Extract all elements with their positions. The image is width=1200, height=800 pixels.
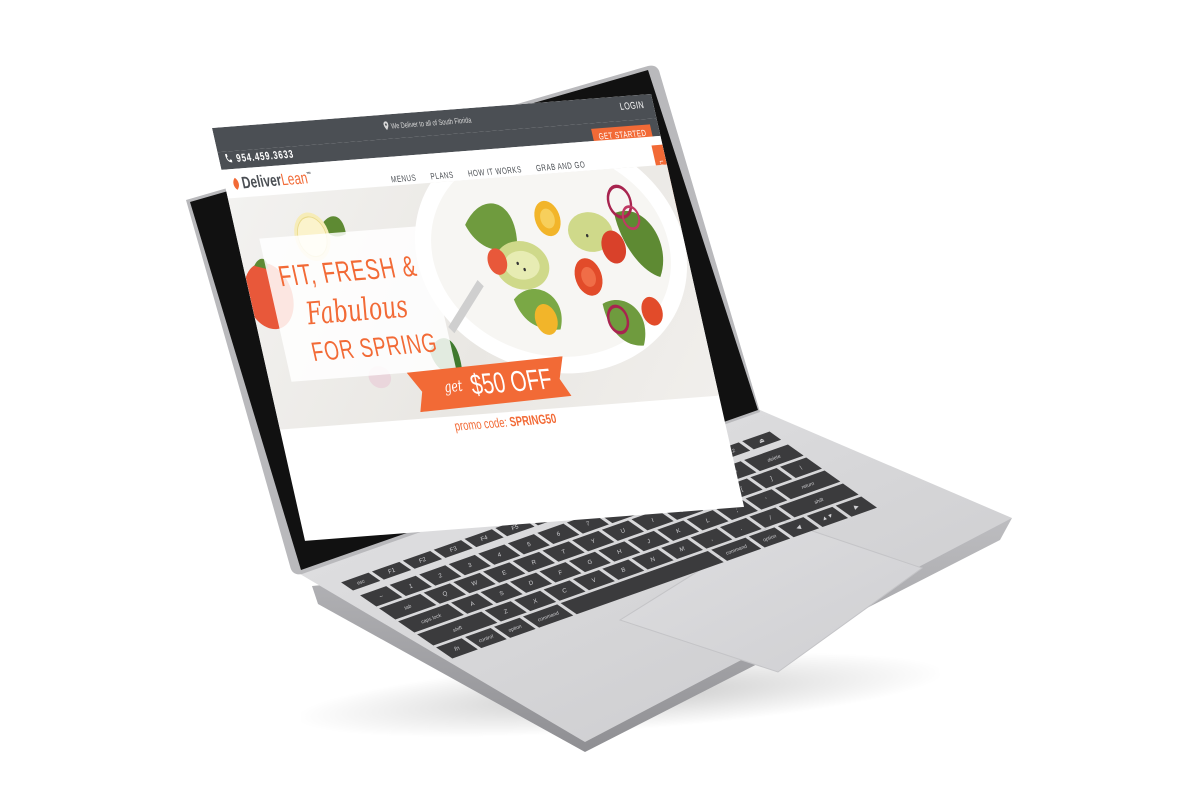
phone-number-text: 954.459.3633 [235,148,296,166]
delivery-note-text: We Deliver to all of South Florida [390,116,473,131]
login-link[interactable]: LOGIN [619,99,645,112]
delivery-note: We Deliver to all of South Florida [383,115,472,132]
leaf-icon [233,177,239,190]
location-pin-icon [383,121,389,131]
nav-item-plans[interactable]: PLANS [430,170,455,182]
logo-deliver: Deliver [239,170,284,193]
screen: We Deliver to all of South Florida LOGIN… [212,94,745,541]
phone-number[interactable]: 954.459.3633 [224,149,295,166]
logo-tm: ™ [306,171,313,179]
phone-icon [225,153,233,163]
promo-amount: $50 OFF [467,361,555,402]
laptop-mockup-scene: escF1F2F3F4F5F6F7F8F9F10F11F12⏏~12345678… [0,0,1200,800]
promo-code-value: SPRING50 [507,410,558,430]
nav-item-menus[interactable]: MENUS [390,173,417,185]
promo-get-text: get [442,377,465,397]
hero-headline-script: Fabulous [302,287,412,333]
deliverlean-logo[interactable]: DeliverLean™ [231,169,315,194]
promo-code-label: promo code: [452,414,509,434]
